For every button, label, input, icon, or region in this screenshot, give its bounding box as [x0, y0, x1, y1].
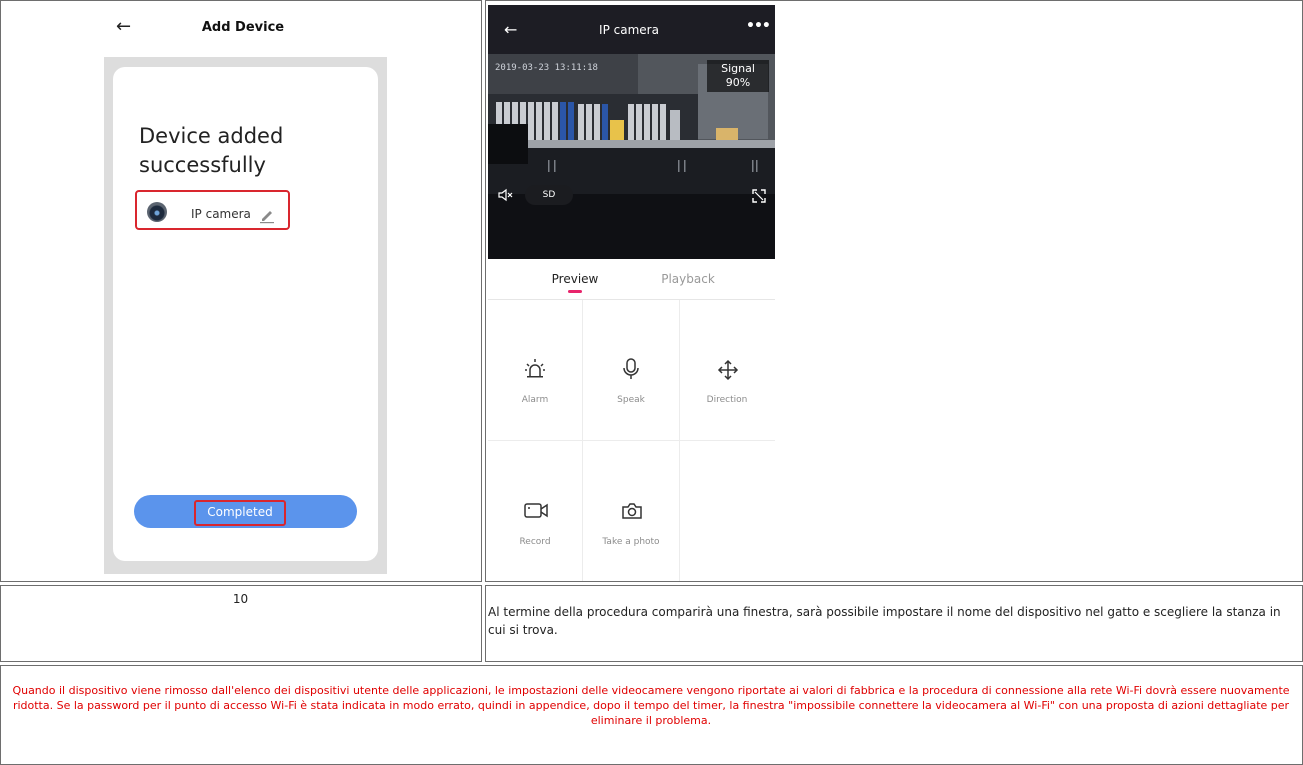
direction-arrows-icon	[717, 359, 739, 381]
step-description: Al termine della procedura comparirà una…	[488, 605, 1281, 637]
warning-note: Quando il dispositivo viene rimosso dall…	[12, 684, 1290, 727]
camera-device-icon	[147, 202, 167, 222]
success-message: Device added successfully	[139, 124, 284, 177]
active-tab-indicator	[568, 290, 582, 293]
signal-value: 90%	[725, 76, 751, 89]
speak-label: Speak	[617, 395, 645, 405]
video-timestamp: 2019-03-23 13:11:18	[495, 63, 598, 73]
signal-indicator: Signal 90%	[707, 60, 769, 92]
fullscreen-icon[interactable]	[751, 188, 767, 204]
speaker-mute-icon[interactable]	[497, 188, 513, 202]
control-empty	[680, 441, 775, 581]
tab-playback[interactable]: Playback	[655, 272, 721, 286]
video-record-icon	[524, 503, 548, 518]
arrow-left-icon[interactable]: ←	[504, 20, 517, 39]
camera-icon	[622, 503, 642, 519]
add-device-title: Add Device	[201, 20, 285, 35]
quality-sd-button[interactable]: SD	[525, 185, 573, 205]
take-photo-label: Take a photo	[602, 537, 660, 547]
device-name: IP camera	[191, 207, 251, 221]
alarm-label: Alarm	[521, 395, 549, 405]
alarm-icon	[525, 359, 545, 378]
pencil-icon[interactable]	[258, 206, 276, 224]
tab-preview[interactable]: Preview	[545, 272, 605, 286]
more-dots-icon[interactable]: •••	[746, 18, 771, 34]
direction-label: Direction	[706, 395, 748, 405]
signal-label: Signal	[721, 62, 755, 75]
step-number: 10	[232, 592, 249, 606]
completed-label: Completed	[207, 505, 273, 519]
microphone-icon	[623, 358, 639, 379]
camera-title: IP camera	[599, 23, 659, 37]
record-label: Record	[519, 537, 551, 547]
camera-tabs	[488, 259, 775, 300]
arrow-left-icon[interactable]: ←	[116, 16, 131, 37]
